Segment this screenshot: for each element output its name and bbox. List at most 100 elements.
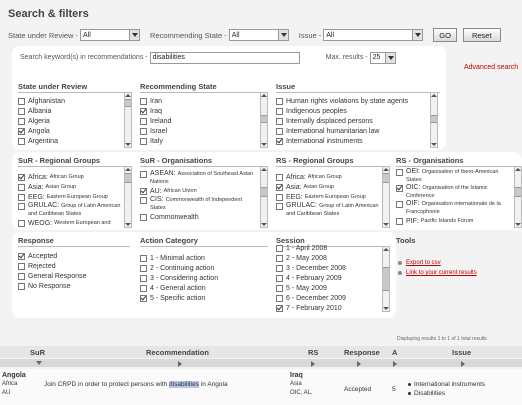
- issue-item-indigenous[interactable]: Indigenous peoples: [276, 106, 428, 116]
- session-6[interactable]: 6 - December 2009: [276, 293, 380, 303]
- response-accepted[interactable]: Accepted: [18, 251, 128, 261]
- sort-desc-icon[interactable]: [36, 361, 42, 365]
- session-3[interactable]: 3 - December 2008: [276, 263, 380, 273]
- sort-icon[interactable]: [311, 361, 315, 367]
- checkbox[interactable]: [140, 284, 147, 292]
- sur-group-grulac[interactable]: GRULAC: Group of Latin American and Cari…: [18, 202, 124, 218]
- sur-org-au[interactable]: AU: African Union: [140, 186, 258, 196]
- sur-item-angola[interactable]: Angola: [18, 126, 122, 136]
- max-results-select[interactable]: 25: [369, 51, 396, 64]
- checkbox[interactable]: [396, 169, 403, 176]
- sur-select[interactable]: All: [80, 29, 141, 41]
- col-issue[interactable]: Issue: [452, 348, 471, 357]
- checkbox[interactable]: [276, 203, 283, 210]
- issue-scrollbar[interactable]: [430, 92, 438, 148]
- checkbox[interactable]: [140, 171, 147, 178]
- issue-item-instruments[interactable]: International instruments: [276, 136, 428, 146]
- checkbox[interactable]: [140, 264, 147, 272]
- sur-group-weog[interactable]: WEOG: Western European and: [18, 218, 124, 228]
- sur-item-albania[interactable]: Albania: [18, 106, 122, 116]
- checkbox[interactable]: [276, 254, 283, 262]
- sur-group-africa[interactable]: Africa: African Group: [18, 172, 124, 182]
- sur-orgs-scrollbar[interactable]: [260, 166, 268, 228]
- response-none[interactable]: No Response: [18, 281, 128, 291]
- checkbox[interactable]: [276, 127, 283, 135]
- sort-icon[interactable]: [178, 361, 182, 367]
- checkbox[interactable]: [18, 219, 25, 227]
- scroll-up-icon[interactable]: [431, 93, 437, 99]
- checkbox[interactable]: [276, 193, 283, 201]
- scroll-thumb[interactable]: [125, 99, 131, 107]
- session-5[interactable]: 5 - May 2009: [276, 283, 380, 293]
- scroll-down-icon[interactable]: [125, 141, 131, 147]
- scroll-up-icon[interactable]: [261, 167, 267, 173]
- response-general[interactable]: General Response: [18, 271, 128, 281]
- checkbox[interactable]: [140, 127, 147, 135]
- rs-org-oic[interactable]: OIC: Organisation of the Islamic Confere…: [396, 184, 512, 200]
- sur-org-asean[interactable]: ASEAN: Association of Southeast Asian Na…: [140, 170, 258, 186]
- advanced-search-link[interactable]: Advanced search: [464, 64, 518, 71]
- issue-item-ihl[interactable]: International humanitarian law: [276, 126, 428, 136]
- scroll-thumb[interactable]: [515, 187, 521, 197]
- scroll-up-icon[interactable]: [515, 167, 521, 173]
- checkbox-checked[interactable]: [140, 107, 147, 115]
- session-4[interactable]: 4 - February 2009: [276, 273, 380, 283]
- checkbox[interactable]: [18, 262, 25, 270]
- rec-item-israel[interactable]: Israel: [140, 126, 258, 136]
- checkbox[interactable]: [140, 137, 147, 145]
- rec-item-ireland[interactable]: Ireland: [140, 116, 258, 126]
- rs-group-eeg[interactable]: EEG: Eastern European Group: [276, 192, 380, 202]
- keyword-input[interactable]: disabilities: [149, 51, 300, 64]
- checkbox[interactable]: [18, 193, 25, 201]
- sur-scrollbar[interactable]: [124, 92, 132, 148]
- issue-select[interactable]: All: [323, 29, 424, 41]
- rs-groups-scrollbar[interactable]: [382, 166, 390, 228]
- sur-groups-scrollbar[interactable]: [124, 166, 132, 228]
- rs-org-oei[interactable]: OEI: Organisation of Ibero-American Stat…: [396, 168, 512, 184]
- checkbox[interactable]: [18, 272, 25, 280]
- export-csv-link[interactable]: Export to csv: [398, 260, 441, 266]
- go-button[interactable]: GO: [433, 28, 457, 42]
- checkbox[interactable]: [140, 197, 147, 204]
- sur-org-cis[interactable]: CIS: Commonwealth of Independent States: [140, 196, 258, 212]
- checkbox-checked[interactable]: [18, 173, 25, 181]
- scroll-thumb[interactable]: [383, 267, 389, 291]
- col-response[interactable]: Response: [344, 348, 380, 357]
- checkbox[interactable]: [276, 97, 283, 105]
- action-2[interactable]: 2 - Continuing action: [140, 263, 266, 273]
- checkbox[interactable]: [276, 294, 283, 302]
- checkbox[interactable]: [18, 282, 25, 290]
- reset-button[interactable]: Reset: [462, 28, 501, 42]
- checkbox[interactable]: [140, 97, 147, 105]
- checkbox-checked[interactable]: [18, 252, 25, 260]
- checkbox-checked[interactable]: [140, 187, 147, 195]
- checkbox[interactable]: [140, 213, 147, 221]
- checkbox[interactable]: [276, 284, 283, 292]
- checkbox[interactable]: [140, 254, 147, 262]
- rec-item-iran[interactable]: Iran: [140, 96, 258, 106]
- scroll-down-icon[interactable]: [515, 221, 521, 227]
- sort-icon[interactable]: [393, 361, 397, 367]
- col-recommendation[interactable]: Recommendation: [146, 348, 209, 357]
- checkbox[interactable]: [276, 117, 283, 125]
- sur-group-asia[interactable]: Asia: Asian Group: [18, 182, 124, 192]
- sur-org-commonwealth[interactable]: Commonwealth: [140, 212, 258, 222]
- checkbox[interactable]: [276, 264, 283, 272]
- rs-orgs-scrollbar[interactable]: [514, 166, 522, 228]
- sur-item-algeria[interactable]: Algeria: [18, 116, 122, 126]
- checkbox-checked[interactable]: [276, 137, 283, 145]
- sort-icon[interactable]: [357, 361, 361, 367]
- sur-item-afghanistan[interactable]: Afghanistan: [18, 96, 122, 106]
- checkbox[interactable]: [276, 107, 283, 115]
- session-7[interactable]: 7 - February 2010: [276, 303, 380, 313]
- checkbox-checked[interactable]: [396, 185, 403, 192]
- checkbox[interactable]: [396, 217, 403, 225]
- checkbox-checked[interactable]: [18, 127, 25, 135]
- rec-select[interactable]: All: [228, 29, 289, 41]
- action-3[interactable]: 3 - Considering action: [140, 273, 266, 283]
- rs-group-africa[interactable]: Africa: African Group: [276, 172, 380, 182]
- checkbox[interactable]: [18, 183, 25, 191]
- checkbox[interactable]: [140, 274, 147, 282]
- sur-group-eeg[interactable]: EEG: Eastern European Group: [18, 192, 124, 202]
- rec-scrollbar[interactable]: [260, 92, 268, 148]
